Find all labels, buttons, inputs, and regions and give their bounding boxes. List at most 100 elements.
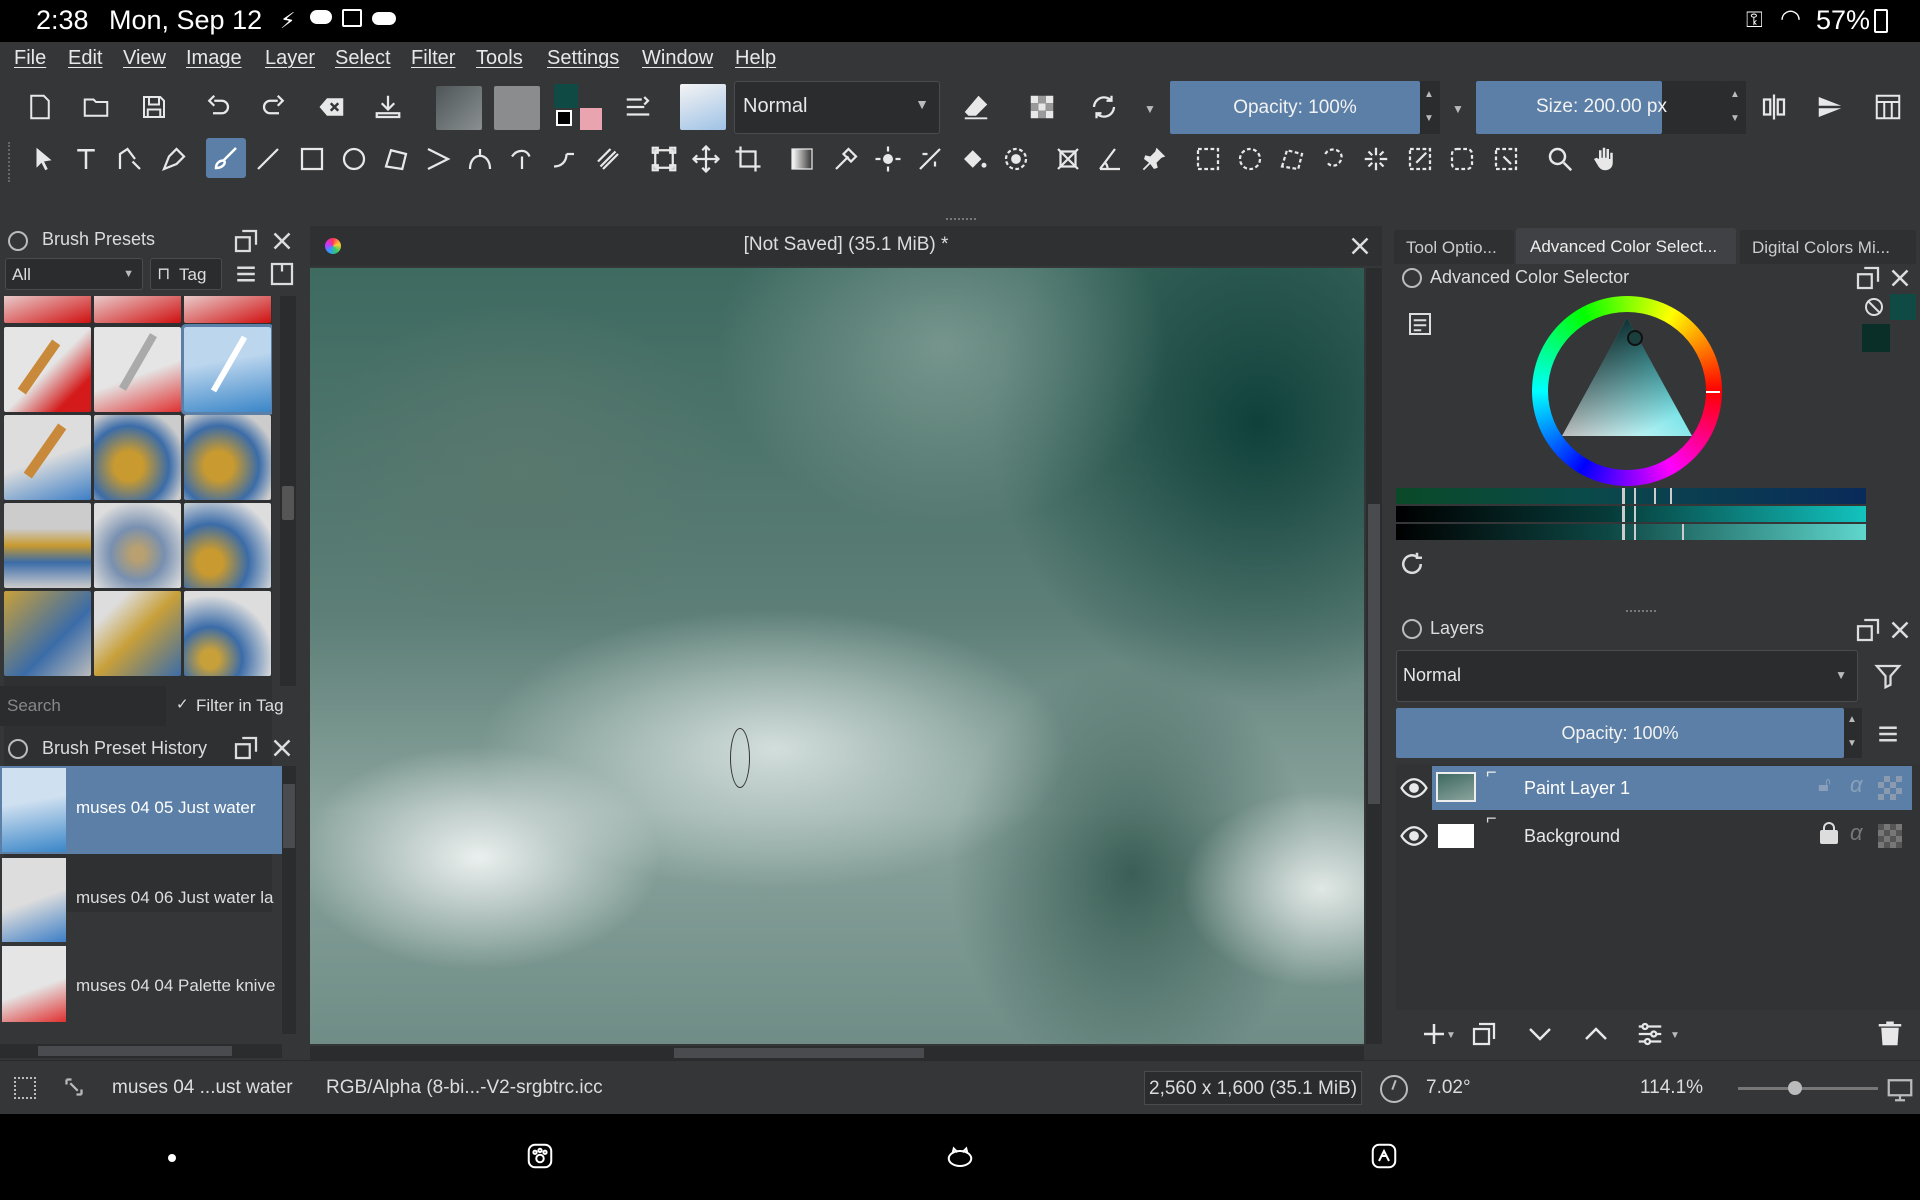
preset-thumb[interactable] <box>4 415 91 500</box>
layer-properties-icon[interactable] <box>1632 1016 1668 1052</box>
alpha-inherit-icon[interactable]: α <box>1850 772 1863 798</box>
float-color-icon[interactable] <box>1850 260 1886 296</box>
preset-thumb-selected[interactable] <box>181 324 272 415</box>
assistant-tool-icon[interactable] <box>912 141 948 177</box>
menu-layer[interactable]: Layer <box>265 47 315 70</box>
tag-button[interactable]: ⊓ Tag <box>150 258 222 290</box>
clear-icon[interactable] <box>314 89 350 125</box>
text-tool-icon[interactable] <box>68 141 104 177</box>
freehand-select-icon[interactable] <box>1316 141 1352 177</box>
workspace-icon[interactable] <box>1870 89 1906 125</box>
history-item[interactable]: muses 04 04 Palette knive <box>0 944 282 1030</box>
fill-tool-icon[interactable] <box>956 141 992 177</box>
opacity-spinner[interactable]: ▲ ▼ <box>1420 81 1440 134</box>
open-folder-icon[interactable] <box>78 89 114 125</box>
size-slider[interactable]: Size: 200.00 px <box>1476 81 1726 134</box>
export-icon[interactable] <box>370 89 406 125</box>
calligraphy-icon[interactable] <box>156 141 192 177</box>
preset-thumb[interactable] <box>94 327 181 412</box>
float-history-icon[interactable] <box>228 730 264 766</box>
hue-ring[interactable] <box>1532 296 1722 486</box>
gradient-swatch[interactable] <box>436 86 482 130</box>
polygon-select-icon[interactable] <box>1274 141 1310 177</box>
preset-thumb[interactable] <box>4 296 91 323</box>
mirror-horizontal-icon[interactable] <box>1756 89 1792 125</box>
filter-layers-icon[interactable] <box>1870 658 1906 694</box>
paw-app-icon[interactable] <box>522 1138 558 1174</box>
history-scrollbar[interactable] <box>282 766 296 1034</box>
menu-tools[interactable]: Tools <box>476 47 523 70</box>
preset-thumb[interactable] <box>184 296 271 323</box>
tab-digital-colors-mixer[interactable]: Digital Colors Mi... <box>1740 230 1916 264</box>
bezier-select-icon[interactable] <box>1444 141 1480 177</box>
dynamic-brush-icon[interactable] <box>546 141 582 177</box>
polyline-tool-icon[interactable] <box>420 141 456 177</box>
freehand-path-icon[interactable] <box>504 141 540 177</box>
image-size-field[interactable]: 2,560 x 1,600 (35.1 MiB) <box>1144 1071 1362 1105</box>
move-tool-icon[interactable] <box>688 141 724 177</box>
chevron-down-icon-2[interactable]: ▼ <box>1144 102 1156 116</box>
bezier-tool-icon[interactable] <box>462 141 498 177</box>
background-swatch[interactable] <box>1862 324 1890 352</box>
preset-thumb[interactable] <box>4 503 91 588</box>
menu-filter[interactable]: Filter <box>411 47 455 70</box>
opacity-slider[interactable]: Opacity: 100% <box>1170 81 1420 134</box>
saturation-slider[interactable] <box>1396 506 1866 522</box>
close-color-icon[interactable] <box>1882 260 1918 296</box>
menu-help[interactable]: Help <box>735 47 776 70</box>
preset-thumb[interactable] <box>4 327 91 412</box>
alpha-lock-layer-icon[interactable] <box>1878 824 1902 848</box>
move-layer-down-icon[interactable] <box>1522 1016 1558 1052</box>
refresh-colors-icon[interactable] <box>1394 546 1430 582</box>
rotation-dial-icon[interactable] <box>1380 1075 1408 1103</box>
move-layer-up-icon[interactable] <box>1578 1016 1614 1052</box>
similar-select-icon[interactable] <box>1402 141 1438 177</box>
lock-color-icon[interactable] <box>1402 268 1422 288</box>
layer-opacity-slider[interactable]: Opacity: 100% <box>1396 708 1844 758</box>
edit-shapes-icon[interactable] <box>112 141 148 177</box>
no-color-icon[interactable] <box>1865 298 1883 316</box>
eraser-icon[interactable] <box>958 89 994 125</box>
delete-layer-icon[interactable] <box>1872 1016 1908 1052</box>
docker-splitter[interactable] <box>1626 610 1656 613</box>
ellipse-select-icon[interactable] <box>1232 141 1268 177</box>
toolbar-handle[interactable] <box>8 142 12 182</box>
gradient-tool-icon[interactable] <box>784 141 820 177</box>
menu-settings[interactable]: Settings <box>547 47 619 70</box>
polygon-tool-icon[interactable] <box>378 141 414 177</box>
menu-window[interactable]: Window <box>642 47 713 70</box>
zoom-slider[interactable] <box>1738 1081 1878 1095</box>
unlock-icon[interactable]: 🔓︎ <box>1818 774 1831 797</box>
brush-tool-active[interactable] <box>206 138 246 178</box>
reset-colors-icon[interactable] <box>556 110 572 126</box>
back-cat-icon[interactable] <box>1366 1138 1402 1174</box>
rectangle-tool-icon[interactable] <box>294 141 330 177</box>
eye-icon[interactable] <box>1396 818 1432 854</box>
menu-edit[interactable]: Edit <box>68 47 102 70</box>
alpha-lock-icon[interactable] <box>1024 89 1060 125</box>
layer-opacity-spinner[interactable]: ▲ ▼ <box>1844 708 1862 758</box>
menu-image[interactable]: Image <box>186 47 242 70</box>
pin-tool-icon[interactable] <box>1136 141 1172 177</box>
crop-tool-icon[interactable] <box>730 141 766 177</box>
chevron-down-icon-3[interactable]: ▼ <box>1452 102 1464 116</box>
preset-filter-dropdown[interactable]: All ▼ <box>5 258 143 290</box>
magnetic-select-icon[interactable] <box>1488 141 1524 177</box>
foreground-swatch[interactable] <box>1890 294 1916 320</box>
blend-mode-dropdown[interactable]: Normal ▼ <box>734 81 940 134</box>
lock-icon[interactable] <box>1820 822 1838 844</box>
eye-icon[interactable] <box>1396 770 1432 806</box>
lock-history-icon[interactable] <box>8 739 28 759</box>
preset-thumb[interactable] <box>94 296 181 323</box>
float-docker-icon[interactable] <box>228 223 264 259</box>
background-color[interactable] <box>580 108 602 130</box>
tab-tool-options[interactable]: Tool Optio... <box>1394 230 1514 264</box>
canvas-tab[interactable]: [Not Saved] (35.1 MiB) * <box>310 226 1382 266</box>
preset-thumb[interactable] <box>184 591 271 676</box>
brush-options-icon[interactable] <box>620 89 656 125</box>
home-cat-icon[interactable] <box>942 1138 978 1174</box>
line-tool-icon[interactable] <box>250 141 286 177</box>
chevron-down-icon-6[interactable]: ▼ <box>1446 1030 1456 1041</box>
selection-mode-icon[interactable] <box>14 1077 36 1099</box>
menu-select[interactable]: Select <box>335 47 391 70</box>
